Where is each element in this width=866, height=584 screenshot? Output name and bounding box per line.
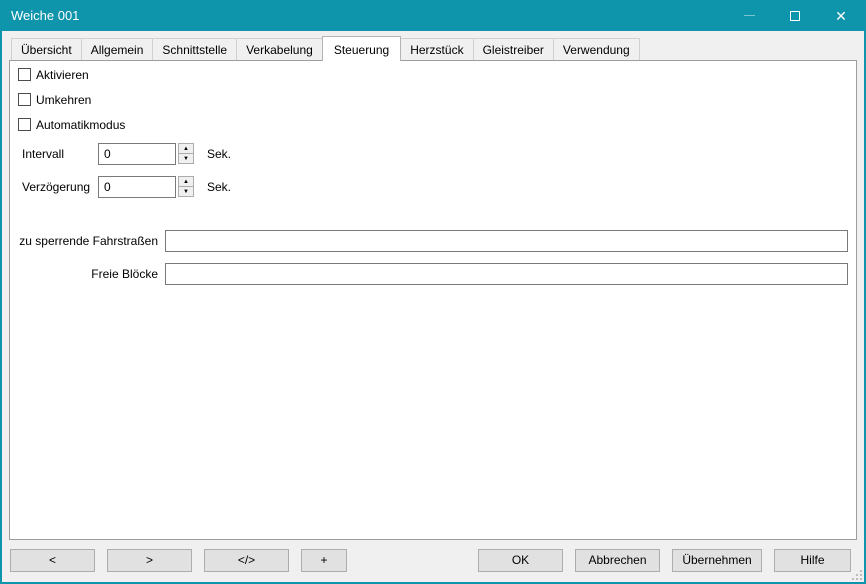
intervall-spin-down-button[interactable]: ▼: [178, 153, 194, 164]
verzoegerung-unit-label: Sek.: [207, 180, 231, 194]
tab-allgemein[interactable]: Allgemein: [81, 38, 154, 60]
checkbox-row-automatikmodus: Automatikmodus: [18, 118, 848, 131]
verzoegerung-label: Verzögerung: [18, 180, 98, 194]
fahrstrassen-row: zu sperrende Fahrstraßen: [18, 230, 848, 252]
hilfe-button[interactable]: Hilfe: [774, 549, 851, 572]
window-controls: ✕: [726, 0, 864, 31]
fahrstrassen-label: zu sperrende Fahrstraßen: [18, 234, 165, 248]
intervall-input[interactable]: [98, 143, 176, 165]
next-button[interactable]: >: [107, 549, 192, 572]
umkehren-checkbox[interactable]: [18, 93, 31, 106]
verzoegerung-spin-down-button[interactable]: ▼: [178, 186, 194, 197]
maximize-icon: [790, 11, 800, 21]
aktivieren-label: Aktivieren: [36, 68, 89, 82]
nav-button-group: < > </> +: [10, 549, 347, 572]
tab-herzstueck[interactable]: Herzstück: [400, 38, 473, 60]
add-button[interactable]: +: [301, 549, 347, 572]
intervall-label: Intervall: [18, 147, 98, 161]
automatikmodus-label: Automatikmodus: [36, 118, 125, 132]
checkbox-row-aktivieren: Aktivieren: [18, 68, 848, 81]
code-button[interactable]: </>: [204, 549, 289, 572]
freie-bloecke-row: Freie Blöcke: [18, 263, 848, 285]
tab-verkabelung[interactable]: Verkabelung: [236, 38, 323, 60]
resize-grip[interactable]: [851, 569, 863, 581]
close-button[interactable]: ✕: [818, 0, 864, 31]
tab-schnittstelle[interactable]: Schnittstelle: [152, 38, 237, 60]
action-button-group: OK Abbrechen Übernehmen Hilfe: [466, 549, 851, 572]
bottom-button-bar: < > </> + OK Abbrechen Übernehmen Hilfe: [2, 540, 864, 582]
tab-page-steuerung: Aktivieren Umkehren Automatikmodus Inter…: [9, 60, 857, 540]
tab-uebersicht[interactable]: Übersicht: [11, 38, 82, 60]
verzoegerung-row: Verzögerung ▲ ▼ Sek.: [18, 176, 848, 198]
ok-button[interactable]: OK: [478, 549, 563, 572]
checkbox-row-umkehren: Umkehren: [18, 93, 848, 106]
tab-verwendung[interactable]: Verwendung: [553, 38, 640, 60]
close-icon: ✕: [835, 9, 847, 23]
intervall-row: Intervall ▲ ▼ Sek.: [18, 143, 848, 165]
freie-bloecke-label: Freie Blöcke: [18, 267, 165, 281]
window-title: Weiche 001: [2, 8, 79, 23]
verzoegerung-spinner: ▲ ▼: [178, 176, 194, 198]
automatikmodus-checkbox[interactable]: [18, 118, 31, 131]
abbrechen-button[interactable]: Abbrechen: [575, 549, 660, 572]
aktivieren-checkbox[interactable]: [18, 68, 31, 81]
prev-button[interactable]: <: [10, 549, 95, 572]
minimize-button[interactable]: [726, 0, 772, 31]
fahrstrassen-input[interactable]: [165, 230, 848, 252]
spacer: [18, 209, 848, 230]
dialog-window: Weiche 001 ✕ Übersicht Allgemein Schnitt…: [0, 0, 866, 584]
intervall-unit-label: Sek.: [207, 147, 231, 161]
tab-steuerung[interactable]: Steuerung: [322, 36, 401, 61]
titlebar: Weiche 001 ✕: [2, 0, 864, 31]
maximize-button[interactable]: [772, 0, 818, 31]
verzoegerung-input[interactable]: [98, 176, 176, 198]
minimize-icon: [744, 15, 755, 16]
intervall-spinner: ▲ ▼: [178, 143, 194, 165]
tab-strip: Übersicht Allgemein Schnittstelle Verkab…: [2, 31, 864, 60]
tab-gleistreiber[interactable]: Gleistreiber: [473, 38, 554, 60]
uebernehmen-button[interactable]: Übernehmen: [672, 549, 762, 572]
umkehren-label: Umkehren: [36, 93, 91, 107]
freie-bloecke-input[interactable]: [165, 263, 848, 285]
